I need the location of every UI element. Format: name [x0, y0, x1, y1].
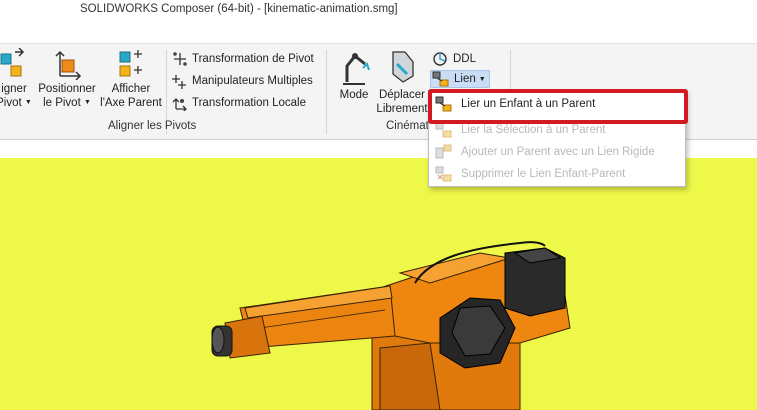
position-pivot-icon [55, 50, 82, 80]
window-title: SOLIDWORKS Composer (64-bit) - [kinemati… [80, 3, 398, 15]
robot-arm-model [211, 241, 571, 410]
align-pivot-icon [0, 48, 25, 77]
3d-viewport[interactable] [0, 158, 757, 410]
multi-manipulators-icon [172, 75, 186, 89]
add-parent-icon [435, 144, 452, 159]
robot-arm-icon [343, 53, 370, 85]
group-label-kinematics: Cinémati [386, 120, 432, 132]
ddl-button[interactable]: DDL [432, 49, 476, 69]
group-label-align-pivots: Aligner les Pivots [108, 120, 197, 132]
pivot-transform-button[interactable]: Transformation de Pivot [172, 49, 314, 69]
title-bar: SOLIDWORKS Composer (64-bit) - [kinemati… [0, 0, 757, 44]
align-pivot-button[interactable]: igner Pivot ▼ [0, 48, 34, 110]
link-selection-icon [435, 122, 452, 138]
show-parent-axis-button[interactable]: Afficher l'Axe Parent [98, 48, 164, 110]
ddl-icon [433, 52, 447, 66]
ribbon-separator [326, 50, 327, 134]
parent-axis-icon [119, 50, 142, 77]
menu-item-add-parent-rigid-link[interactable]: Ajouter un Parent avec un Lien Rigide [431, 141, 683, 163]
chevron-down-icon: ▼ [478, 75, 486, 83]
link-icon [432, 71, 449, 87]
local-transform-button[interactable]: Transformation Locale [172, 93, 306, 113]
position-pivot-button[interactable]: Positionner le Pivot ▼ [36, 48, 98, 110]
kinematic-mode-button[interactable]: Mode [334, 48, 374, 102]
highlight-box [428, 89, 688, 124]
lien-dropdown-button[interactable]: Lien ▼ [430, 70, 490, 88]
remove-link-icon [435, 166, 452, 182]
local-transform-icon [172, 98, 187, 111]
chevron-down-icon: ▼ [83, 99, 91, 106]
menu-item-remove-link[interactable]: Supprimer le Lien Enfant-Parent [431, 163, 683, 185]
chevron-down-icon: ▼ [24, 99, 32, 106]
move-freely-button[interactable]: Déplacer Librement [374, 48, 430, 116]
multi-manipulators-button[interactable]: Manipulateurs Multiples [172, 71, 313, 91]
pivot-transform-icon [173, 52, 187, 66]
hand-move-icon [392, 51, 414, 83]
